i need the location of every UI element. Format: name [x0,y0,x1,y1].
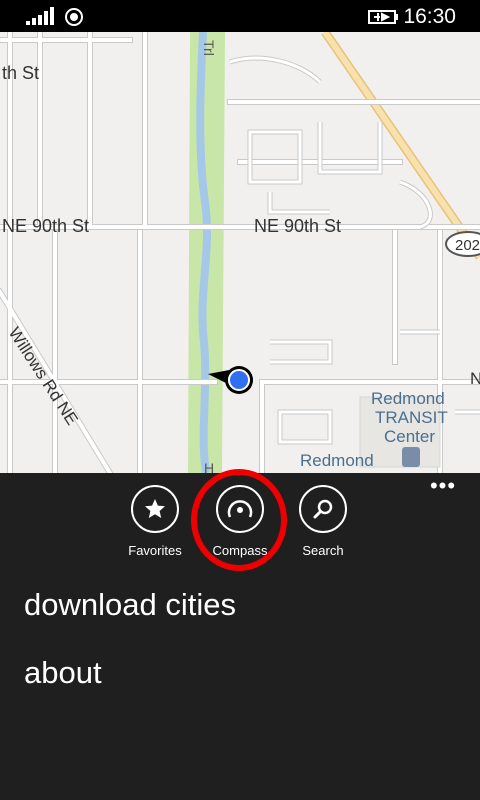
favorites-label: Favorites [128,543,182,558]
signal-icon [26,7,54,25]
favorites-button[interactable]: Favorites [110,485,200,558]
svg-text:202: 202 [455,237,480,254]
compass-button[interactable]: Compass [195,485,285,558]
transit-label-line1: Redmond [371,389,445,408]
street-label-ne90-left: NE 90th St [2,216,89,236]
transit-label-line3: Center [384,427,435,446]
willows-rd-label: Willows Rd NE [5,324,82,429]
street-label-top: th St [2,63,39,83]
search-button[interactable]: Search [278,485,368,558]
edge-label-h: H [204,460,214,473]
redmond-label: Redmond [300,451,374,470]
transit-label-line2: TRANSIT [375,408,448,427]
menu-item-about[interactable]: about [24,655,102,691]
star-icon [131,485,179,533]
clock: 16:30 [403,5,456,28]
more-options-icon[interactable]: ••• [428,475,458,499]
compass-icon [216,485,264,533]
map-view[interactable]: th St NE 90th St NE 90th St Trl Willows … [0,32,480,473]
edge-label-n: N [470,369,480,388]
status-bar: 16:30 [0,0,480,32]
battery-charging-icon [368,10,398,24]
street-label-ne90-right: NE 90th St [254,216,341,236]
compass-label: Compass [212,543,268,558]
menu-item-download-cities[interactable]: download cities [24,587,236,623]
application-bar: Favorites Compass Search ••• download ci… [0,473,480,800]
search-label: Search [302,543,344,558]
bus-icon [402,447,420,467]
search-icon [299,485,347,533]
trail-label: Trl [201,40,217,56]
highway-shield: 202 [445,231,480,257]
location-icon [65,8,83,26]
